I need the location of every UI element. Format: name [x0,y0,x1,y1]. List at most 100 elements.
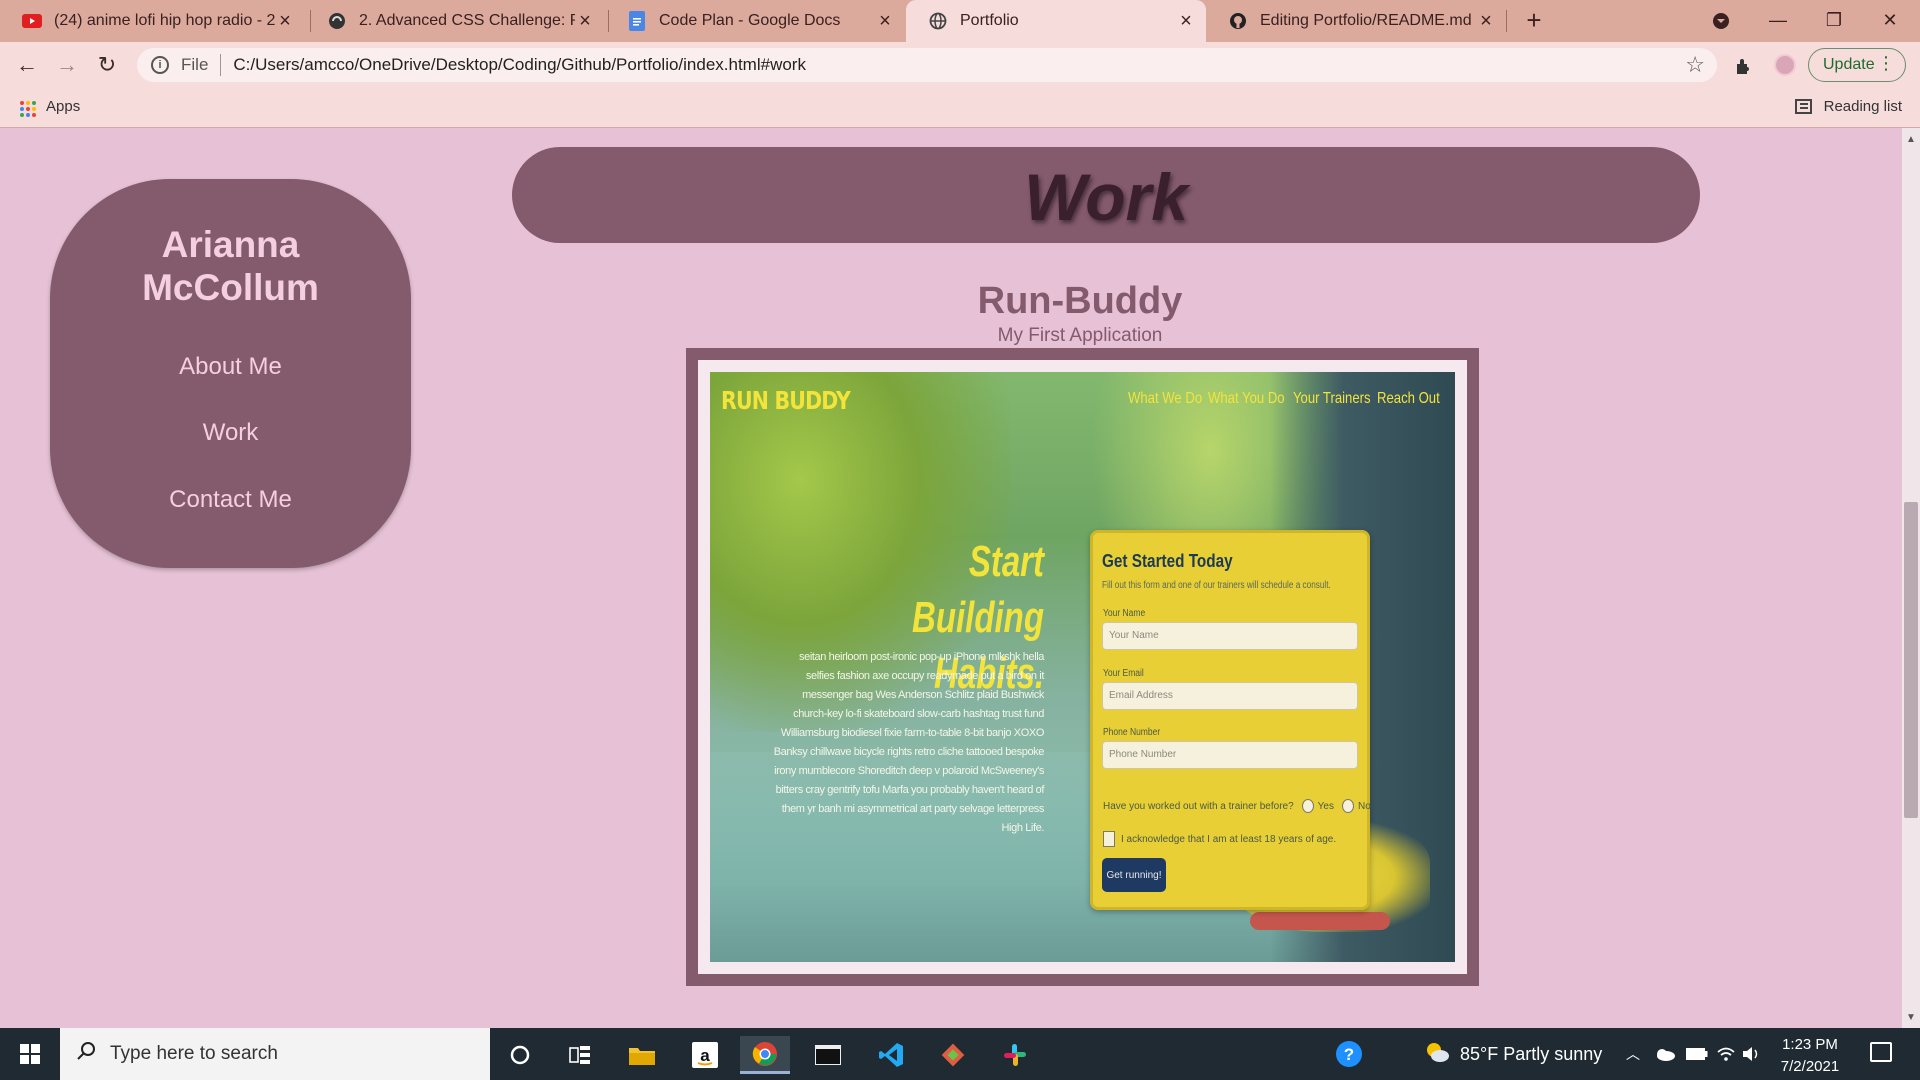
amazon-icon[interactable]: a [680,1036,730,1074]
tab-bar: (24) anime lofi hip hop radio - 24 × 2. … [0,0,1920,42]
extensions-icon[interactable] [1734,56,1754,82]
browser-toolbar: ← → ↻ i File C:/Users/amcco/OneDrive/Des… [0,42,1920,88]
rb-signup-form: Get Started Today Fill out this form and… [1090,530,1371,910]
onedrive-icon[interactable] [1654,1028,1676,1080]
tab-portfolio[interactable]: Portfolio × [906,0,1206,42]
globe-icon [928,11,948,31]
help-icon[interactable]: ? [1335,1028,1363,1080]
close-window-button[interactable]: ✕ [1862,0,1918,42]
clock-date: 7/2/2021 [1780,1058,1840,1075]
notifications-icon[interactable] [1870,1042,1892,1062]
rb-nav-what-you-do: What You Do [1208,390,1285,407]
google-docs-icon [627,11,647,31]
show-hidden-icons[interactable]: ︿ [1626,1028,1640,1080]
start-button[interactable] [0,1028,60,1080]
bookmarks-bar: Apps Reading list [0,88,1920,128]
apps-bookmark[interactable]: Apps [46,98,80,115]
url-scheme: File [181,55,209,74]
wifi-icon[interactable] [1716,1028,1736,1080]
tab-github[interactable]: Editing Portfolio/README.md at × [1206,0,1506,42]
reading-list-button[interactable]: Reading list [1794,98,1902,115]
system-clock[interactable]: 1:23 PM 7/2/2021 [1760,1034,1860,1078]
close-tab-icon[interactable]: × [1176,10,1196,33]
new-tab-button[interactable]: + [1520,7,1548,35]
rb-email-field: Email Address [1102,682,1358,710]
forward-button[interactable]: → [52,50,82,80]
cortana-icon[interactable] [495,1036,545,1074]
close-tab-icon[interactable]: × [275,10,295,33]
tab-google-docs[interactable]: Code Plan - Google Docs × [605,0,905,42]
rb-form-lead: Fill out this form and one of our traine… [1102,580,1331,591]
close-tab-icon[interactable]: × [575,10,595,33]
tab-separator [1506,10,1507,32]
address-bar[interactable]: i File C:/Users/amcco/OneDrive/Desktop/C… [137,48,1717,82]
url-text: C:/Users/amcco/OneDrive/Desktop/Coding/G… [233,55,806,74]
bookmark-star-icon[interactable]: ☆ [1685,52,1705,78]
close-tab-icon[interactable]: × [1476,10,1496,33]
rb-radio-no [1342,799,1354,813]
search-icon [76,1041,96,1067]
scrollbar-thumb[interactable] [1904,502,1918,818]
slack-icon[interactable] [990,1036,1040,1074]
rb-email-label: Your Email [1103,668,1144,679]
windows-logo-icon [20,1044,40,1064]
nav-work[interactable]: Work [50,419,411,447]
nav-contact-me[interactable]: Contact Me [50,486,411,514]
youtube-icon [22,11,42,31]
project-image-frame[interactable]: RUN BUDDY What We Do What You Do Your Tr… [686,348,1479,986]
taskbar-search[interactable]: Type here to search [60,1028,490,1080]
partly-sunny-icon [1424,1041,1450,1068]
tab-search-button[interactable] [1693,0,1749,42]
work-header: Work [512,147,1700,243]
update-label: Update [1823,56,1875,73]
challenge-icon [327,11,347,31]
tab-title: Code Plan - Google Docs [659,12,841,29]
update-button[interactable]: Update ⋮ [1808,48,1906,82]
close-tab-icon[interactable]: × [875,10,895,33]
profile-avatar[interactable] [1774,54,1796,76]
nav-about-me[interactable]: About Me [50,353,411,381]
tab-youtube[interactable]: (24) anime lofi hip hop radio - 24 × [0,0,305,42]
terminal-icon[interactable] [803,1036,853,1074]
rb-get-running-button: Get running! [1102,858,1166,892]
tab-title: (24) anime lofi hip hop radio - 24 [54,12,275,29]
vscode-icon[interactable] [866,1036,916,1074]
scroll-down-arrow[interactable]: ▼ [1904,1012,1918,1023]
reading-list-icon [1794,99,1812,114]
restore-button[interactable]: ❐ [1806,0,1862,42]
name-last: McCollum [142,267,319,308]
shoe-sole [1250,912,1390,930]
rb-form-title: Get Started Today [1102,551,1233,571]
rb-name-field: Your Name [1102,622,1358,650]
battery-icon[interactable] [1686,1028,1708,1080]
chrome-icon[interactable] [740,1036,790,1074]
volume-icon[interactable] [1742,1028,1760,1080]
tab-title: 2. Advanced CSS Challenge: Prof [359,12,575,29]
file-explorer-icon[interactable] [617,1036,667,1074]
git-kraken-icon[interactable] [928,1036,978,1074]
apps-grid-icon[interactable] [20,101,36,117]
rb-radio-yes [1301,799,1314,813]
back-button[interactable]: ← [12,50,42,80]
tab-css-challenge[interactable]: 2. Advanced CSS Challenge: Prof × [305,0,605,42]
reload-button[interactable]: ↻ [92,50,122,80]
search-placeholder: Type here to search [110,1043,278,1064]
scroll-up-arrow[interactable]: ▲ [1904,134,1918,145]
minimize-button[interactable]: — [1750,0,1806,42]
work-heading: Work [1024,160,1188,234]
rb-ack-text: I acknowledge that I am at least 18 year… [1121,833,1337,845]
info-icon[interactable]: i [151,56,169,74]
project-subtitle: My First Application [997,325,1163,346]
weather-widget[interactable]: 85°F Partly sunny [1424,1028,1602,1080]
name-first: Arianna [161,224,300,265]
project-title[interactable]: Run-Buddy [760,280,1400,323]
svg-text:a: a [700,1046,710,1065]
rb-question-text: Have you worked out with a trainer befor… [1103,800,1294,812]
clock-time: 1:23 PM [1782,1036,1838,1053]
run-buddy-screenshot[interactable]: RUN BUDDY What We Do What You Do Your Tr… [710,372,1455,962]
task-view-icon[interactable] [555,1036,605,1074]
rb-no-label: No [1358,800,1371,812]
rb-age-checkbox [1103,831,1115,847]
rb-age-acknowledgement: I acknowledge that I am at least 18 year… [1103,831,1336,847]
rb-nav-reach-out: Reach Out [1377,390,1440,407]
